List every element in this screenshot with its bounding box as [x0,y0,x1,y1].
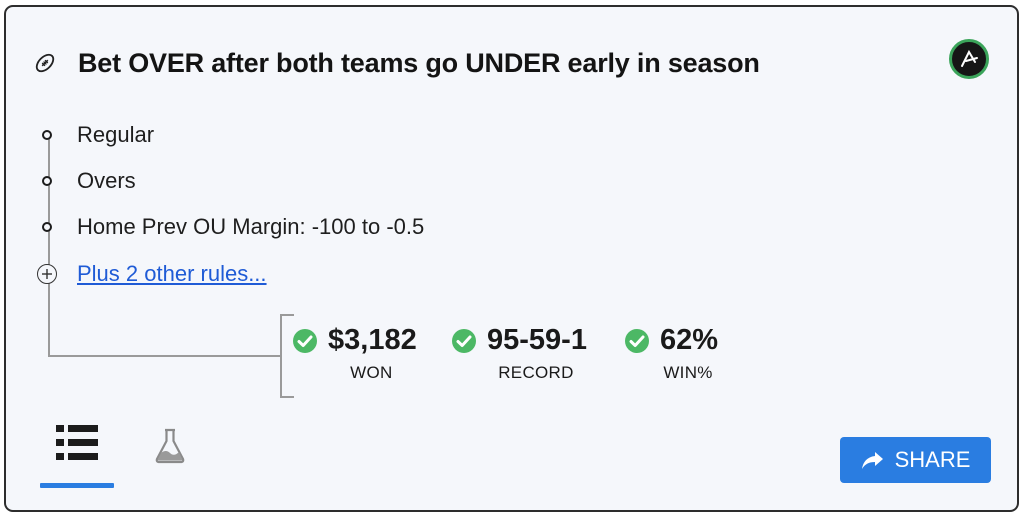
list-icon [56,425,98,460]
rule-text: Overs [77,168,136,193]
timeline-connector [48,355,280,357]
rules-timeline [48,137,50,357]
rule-bullet [42,130,52,140]
stat-won: $3,182 WON [292,324,417,394]
stat-value: $3,182 [328,324,417,356]
action-logo-icon [949,39,989,79]
system-title: Bet OVER after both teams go UNDER early… [78,47,760,78]
football-icon [34,52,56,74]
share-label: SHARE [894,447,971,472]
system-card: Bet OVER after both teams go UNDER early… [4,5,1019,512]
rule-text: Regular [77,122,155,147]
stat-label: WIN% [663,363,713,382]
rule-bullet [42,176,52,186]
active-tab-indicator [40,483,114,488]
plus-circle-icon[interactable] [37,264,57,284]
title-row: Bet OVER after both teams go UNDER early… [34,43,760,83]
stat-label: WON [350,363,393,382]
share-button[interactable]: SHARE [840,437,991,483]
stat-record: 95-59-1 RECORD [451,324,587,394]
check-icon [451,328,477,354]
share-arrow-icon [861,452,883,469]
rule-bullet [42,222,52,232]
stat-winpct: 62% WIN% [624,324,718,394]
stat-value: 62% [660,324,719,356]
rule-text: Home Prev OU Margin: -100 to -0.5 [77,214,425,239]
more-rules-link[interactable]: Plus 2 other rules... [77,259,267,289]
tab-list-view[interactable] [40,422,114,488]
stat-value: 95-59-1 [487,324,587,356]
flask-icon [155,428,185,464]
check-icon [292,328,318,354]
tab-lab-view[interactable] [153,427,189,467]
check-icon [624,328,650,354]
stat-label: RECORD [498,363,574,382]
